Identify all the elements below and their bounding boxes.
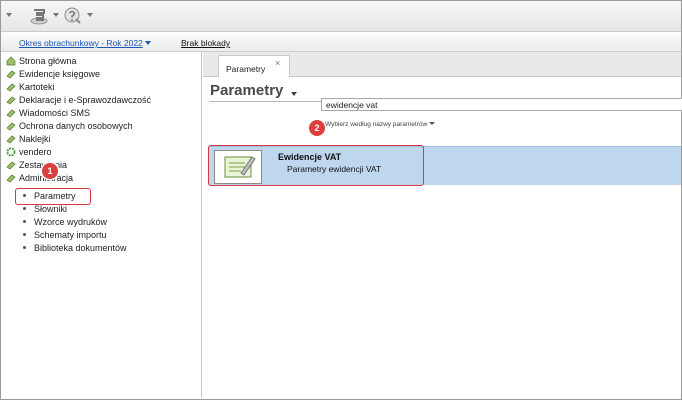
vendero-icon <box>6 147 16 156</box>
shield-icon <box>6 122 16 130</box>
sidebar-item-files[interactable]: Kartoteki <box>6 80 55 93</box>
bullet-icon <box>23 207 26 210</box>
sidebar-item-label: Strona główna <box>19 55 77 66</box>
tab-close-icon[interactable]: × <box>275 58 280 68</box>
sidebar-subitem-label: Biblioteka dokumentów <box>34 242 127 253</box>
reports-icon <box>6 161 16 169</box>
home-icon <box>6 56 16 65</box>
sidebar-item-stickers[interactable]: Naklejki <box>6 132 51 145</box>
tab-label: Parametry <box>226 64 266 74</box>
sidebar-item-sms[interactable]: Wiadomości SMS <box>6 106 90 119</box>
period-caret-icon <box>144 41 151 45</box>
sidebar-item-label: Naklejki <box>19 133 51 144</box>
main-panel: Parametry × Parametry Wybierz według naz… <box>203 52 682 398</box>
step-1-badge: 1 <box>42 163 58 179</box>
admin-icon <box>6 174 16 182</box>
sidebar-item-label: Wiadomości SMS <box>19 107 91 118</box>
sidebar-subitem-label: Słowniki <box>34 203 68 214</box>
sidebar-subitem-document-library[interactable]: Biblioteka dokumentów <box>23 241 127 254</box>
bullet-icon <box>23 246 26 249</box>
filter-by-name-dropdown[interactable]: Wybierz według nazwy parametrów <box>325 121 436 128</box>
sidebar-item-home[interactable]: Strona główna <box>6 54 77 67</box>
sidebar-subitem-label: Wzorce wydruków <box>34 216 108 227</box>
sidebar-item-ledgers[interactable]: Ewidencje księgowe <box>6 67 100 80</box>
lock-status-link[interactable]: Brak blokady <box>181 38 230 48</box>
sidebar-item-data-protection[interactable]: Ochrona danych osobowych <box>6 119 133 132</box>
toolbar-menu-caret-icon[interactable] <box>6 13 12 17</box>
parametry-highlight <box>15 188 91 205</box>
files-icon <box>6 83 16 91</box>
sidebar-item-label: Ewidencje księgowe <box>19 68 101 79</box>
accounting-module-icon[interactable] <box>29 6 49 26</box>
sidebar: Strona główna Ewidencje księgowe Kartote… <box>1 52 202 398</box>
step-2-badge: 2 <box>309 120 325 136</box>
tab-strip: Parametry × <box>203 52 681 77</box>
filter-caret-icon <box>429 122 436 125</box>
result-highlight <box>208 145 424 186</box>
top-toolbar <box>1 1 681 32</box>
sticker-icon <box>6 135 16 143</box>
period-bar: Okres obrachunkowy - Rok 2022 Brak bloka… <box>1 33 681 52</box>
declarations-icon <box>6 96 16 104</box>
search-input[interactable] <box>321 98 682 111</box>
sms-icon <box>6 109 16 117</box>
sidebar-item-administration[interactable]: Administracja <box>6 171 73 184</box>
sidebar-subitem-label: Schematy importu <box>34 229 107 240</box>
period-selector[interactable]: Okres obrachunkowy - Rok 2022 <box>19 38 151 48</box>
page-title[interactable]: Parametry <box>210 82 283 99</box>
sidebar-item-label: vendero <box>19 146 52 157</box>
sidebar-item-label: Ochrona danych osobowych <box>19 120 133 131</box>
ledger-icon <box>6 70 16 78</box>
sidebar-item-label: Kartoteki <box>19 81 55 92</box>
sidebar-item-vendero[interactable]: vendero <box>6 145 52 158</box>
sidebar-subitem-print-templates[interactable]: Wzorce wydruków <box>23 215 107 228</box>
help-icon[interactable] <box>63 6 83 26</box>
help-caret-icon[interactable] <box>87 13 93 17</box>
toolbar-caret-icon[interactable] <box>53 13 59 17</box>
sidebar-item-label: Deklaracje i e-Sprawozdawczość <box>19 94 152 105</box>
sidebar-subitem-import-schemes[interactable]: Schematy importu <box>23 228 107 241</box>
title-caret-icon[interactable] <box>291 92 297 96</box>
bullet-icon <box>23 220 26 223</box>
sidebar-item-declarations[interactable]: Deklaracje i e-Sprawozdawczość <box>6 93 151 106</box>
bullet-icon <box>23 233 26 236</box>
